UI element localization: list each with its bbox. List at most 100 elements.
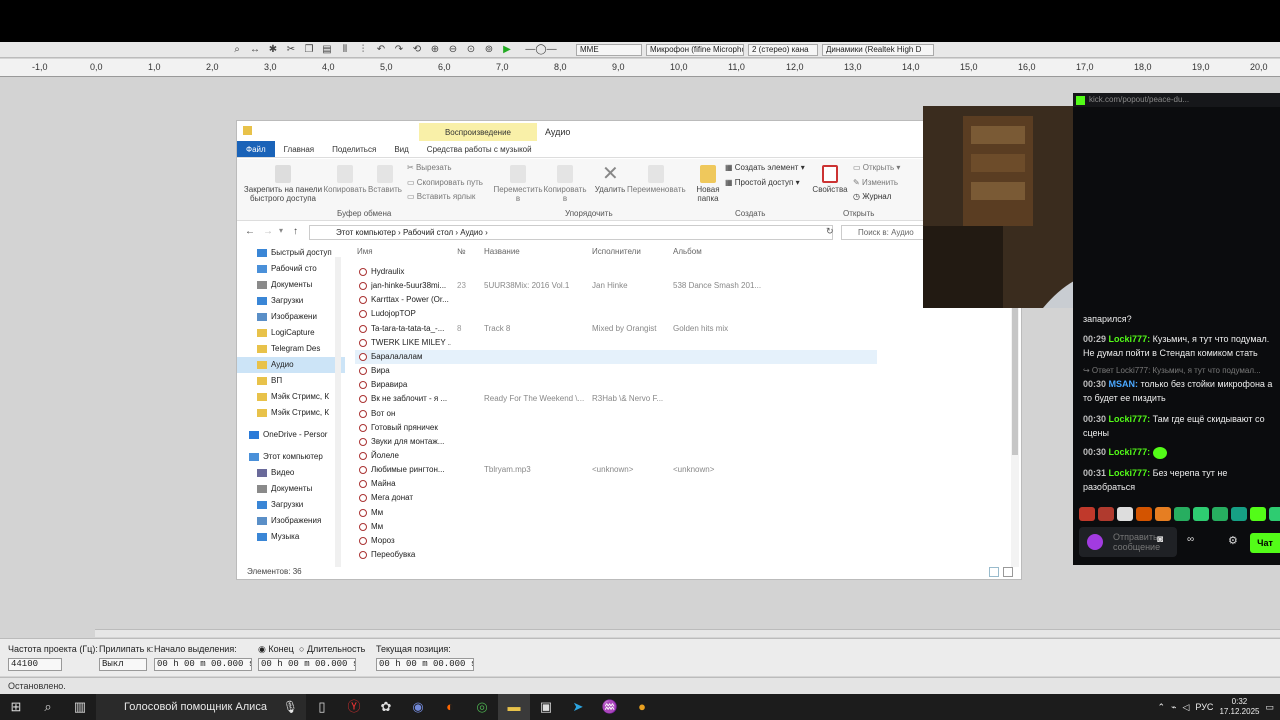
nav-item[interactable]: Аудио [237, 357, 345, 373]
end-radio[interactable]: ◉ Конец [258, 644, 294, 655]
context-tab-playback[interactable]: Воспроизведение [419, 123, 537, 142]
file-row[interactable]: Karrttax - Power (Or... [355, 293, 877, 307]
file-row[interactable]: Готовый пряничек [355, 421, 877, 435]
selection-start-field[interactable]: 00 h 00 m 00.000 s [154, 658, 252, 671]
new-folder-button[interactable]: Новая папка [693, 165, 723, 203]
search-icon[interactable]: ⌕ [32, 694, 64, 720]
recent-chevron-icon[interactable]: ▾ [279, 226, 283, 235]
nav-scrollbar[interactable] [335, 257, 341, 567]
horizontal-scrollbar[interactable] [95, 629, 1280, 637]
nav-item[interactable]: Быстрый доступ [237, 245, 345, 261]
telegram-icon[interactable]: ➤ [562, 694, 594, 720]
message-user[interactable]: Locki777: [1109, 414, 1151, 424]
file-row[interactable]: TWERK LIKE MILEY ... [355, 336, 877, 350]
nav-item[interactable]: Мэйк Стримс, К [237, 405, 345, 421]
file-row[interactable]: LudojopTOP [355, 307, 877, 321]
position-field[interactable]: 00 h 00 m 00.000 s [376, 658, 474, 671]
emote-icon[interactable] [1269, 507, 1280, 521]
column-album[interactable]: Альбом [673, 247, 702, 256]
file-row[interactable]: Мега донат [355, 491, 877, 505]
trim-icon[interactable]: ⫴ [338, 44, 352, 56]
emote-icon[interactable] [1117, 507, 1133, 521]
open-button[interactable]: ▭ Открыть ▾ [853, 163, 900, 172]
emote-icon[interactable] [1136, 507, 1152, 521]
audio-host-select[interactable]: MME [576, 43, 642, 56]
emote-icon[interactable] [1098, 507, 1114, 521]
file-row[interactable]: Hydraulix [355, 265, 877, 279]
camera-icon[interactable]: ◙ [1157, 534, 1163, 545]
nav-item[interactable]: ВП [237, 373, 345, 389]
play-at-speed-icon[interactable]: ▶ [500, 44, 514, 56]
task-view-icon[interactable]: ▥ [64, 694, 96, 720]
file-row[interactable]: Баралалалам [355, 349, 877, 364]
file-row[interactable]: Майна [355, 477, 877, 491]
chat-send-button[interactable]: Чат [1250, 533, 1280, 553]
notifications-icon[interactable]: ▭ [1265, 702, 1274, 713]
undo-icon[interactable]: ↶ [374, 44, 388, 56]
nav-item[interactable]: Музыка [237, 529, 345, 545]
pin-button[interactable]: Закрепить на панели быстрого доступа [241, 165, 325, 203]
zoom-out-icon[interactable]: ⊖ [446, 44, 460, 56]
file-row[interactable]: Звуки для монтаж... [355, 435, 877, 449]
file-row[interactable]: Любимые рингтон... Tblryam.mp3 <unknown> <u… [355, 463, 877, 477]
app-2-icon[interactable]: ● [626, 694, 658, 720]
message-user[interactable]: Locki777: [1109, 468, 1151, 478]
details-view-icon[interactable] [989, 567, 999, 577]
nav-item[interactable]: Мэйк Стримс, К [237, 389, 345, 405]
copy-button[interactable]: Копировать [323, 165, 367, 194]
up-icon[interactable]: ↑ [293, 226, 298, 237]
volume-icon[interactable]: ◁ [1182, 702, 1189, 713]
emote-icon[interactable] [1155, 507, 1171, 521]
redo-icon[interactable]: ↷ [392, 44, 406, 56]
speed-slider[interactable]: —◯— [518, 44, 564, 56]
column-name[interactable]: Имя [357, 247, 373, 256]
message-user[interactable]: Locki777: [1109, 447, 1151, 457]
speaker-select[interactable]: Динамики (Realtek High D [822, 43, 934, 56]
snap-select[interactable]: Выкл [99, 658, 147, 671]
discord-icon[interactable]: ◉ [402, 694, 434, 720]
column-number[interactable]: № [457, 247, 466, 256]
tab-view[interactable]: Вид [385, 141, 417, 157]
copy-to-button[interactable]: Копировать в [541, 165, 589, 203]
forward-icon[interactable]: → [263, 226, 273, 237]
project-rate-select[interactable]: 44100 [8, 658, 62, 671]
address-bar[interactable]: Этот компьютер › Рабочий стол › Аудио › [309, 225, 833, 240]
audacity-icon[interactable]: ♒ [594, 694, 626, 720]
history-button[interactable]: ◷ Журнал [853, 192, 891, 201]
file-row[interactable]: Вот он [355, 407, 877, 421]
delete-button[interactable]: ✕ Удалить [589, 164, 631, 194]
breadcrumb-audio[interactable]: Аудио [460, 228, 483, 237]
windows-start-icon[interactable]: ⊞ [0, 694, 32, 720]
nav-item[interactable]: OneDrive - Persor [237, 427, 345, 443]
file-row[interactable]: Переобувка [355, 548, 877, 562]
nav-item[interactable]: Документы [237, 481, 345, 497]
multi-tool-icon[interactable]: ✱ [266, 44, 280, 56]
yandex-browser-icon[interactable]: Ⓨ [338, 694, 370, 720]
length-radio[interactable]: ○ Длительность [299, 644, 365, 654]
paste-button[interactable]: Вставить [365, 165, 405, 194]
back-icon[interactable]: ← [245, 226, 255, 237]
channels-select[interactable]: 2 (стерео) кана [748, 43, 818, 56]
silence-icon[interactable]: ⫶ [356, 44, 370, 56]
emote-icon[interactable] [1250, 507, 1266, 521]
properties-button[interactable]: Свойства [811, 165, 849, 194]
mic-select[interactable]: Микрофон (fifine Micropho [646, 43, 744, 56]
selection-end-field[interactable]: 00 h 00 m 00.000 s [258, 658, 356, 671]
nav-item[interactable]: Изображения [237, 513, 345, 529]
explorer-taskbar-icon[interactable]: ▬ [498, 694, 530, 720]
file-row[interactable]: Ta-tara-ta-tata-ta_-... 8 Track 8 Mixed by … [355, 322, 877, 336]
nav-item[interactable]: Изображени [237, 309, 345, 325]
nav-item[interactable]: Рабочий сто [237, 261, 345, 277]
file-row[interactable]: Мм [355, 506, 877, 520]
message-user[interactable]: Locki777: [1109, 334, 1151, 344]
cut-button[interactable]: ✂ Вырезать [407, 163, 452, 172]
emote-icon[interactable] [1079, 507, 1095, 521]
file-row[interactable]: Мм [355, 520, 877, 534]
sync-icon[interactable]: ⟲ [410, 44, 424, 56]
move-to-button[interactable]: Переместить в [492, 165, 544, 203]
tab-music-tools[interactable]: Средства работы с музыкой [418, 141, 541, 157]
nav-item[interactable]: Этот компьютер [237, 449, 345, 465]
column-artist[interactable]: Исполнители [592, 247, 641, 256]
tab-home[interactable]: Главная [275, 141, 323, 157]
emote-icon[interactable] [1231, 507, 1247, 521]
